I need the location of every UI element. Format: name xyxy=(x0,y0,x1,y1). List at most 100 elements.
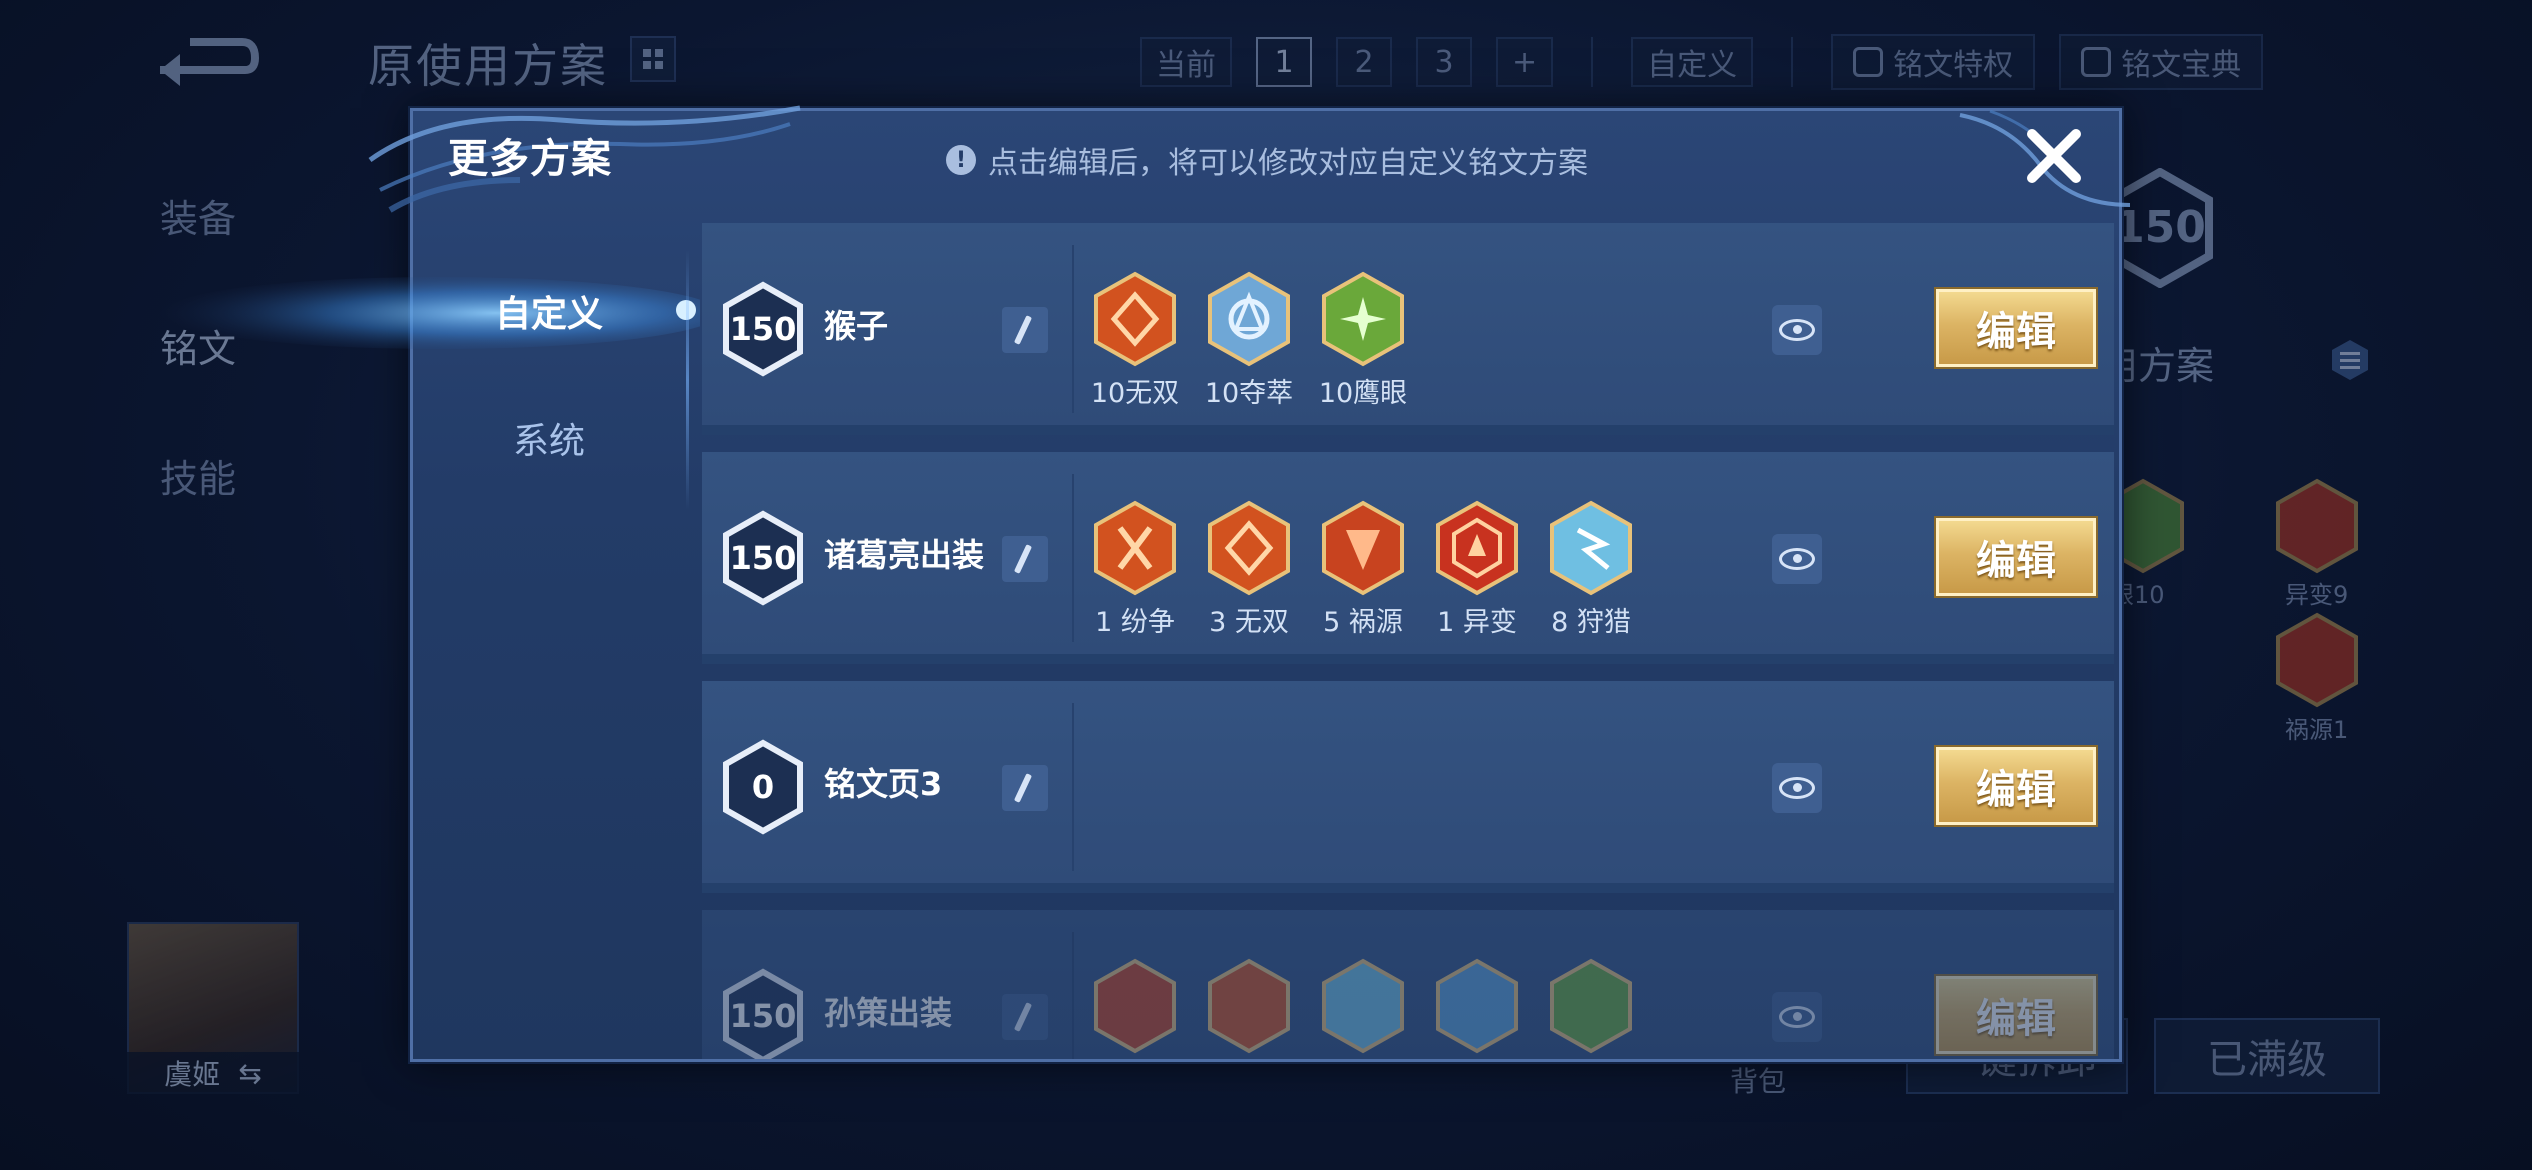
rename-button[interactable] xyxy=(1002,994,1048,1040)
scheme-row: 150 孙策出装 编辑 xyxy=(702,910,2114,1059)
row-divider xyxy=(1072,703,1074,871)
tab-page-1[interactable]: 1 xyxy=(1256,37,1312,87)
tab-add[interactable]: + xyxy=(1496,37,1554,87)
rename-button[interactable] xyxy=(1002,307,1048,353)
scheme-level: 150 xyxy=(729,539,797,577)
rune-slot[interactable]: 5 祸源 xyxy=(1320,500,1406,650)
modal-title: 更多方案 xyxy=(448,136,612,182)
rune-label: 异变9 xyxy=(2285,581,2349,609)
book-icon xyxy=(2081,47,2112,77)
preview-button[interactable] xyxy=(1772,992,1822,1042)
rune-slot[interactable] xyxy=(1434,958,1520,1059)
hero-name: 虞姬 xyxy=(164,1058,221,1091)
fenzheng-rune-icon xyxy=(1094,500,1176,596)
rune-list xyxy=(1092,958,1634,1059)
grid-icon xyxy=(643,49,663,69)
wushuang-rune-icon xyxy=(1094,271,1176,367)
rune-label: 10鹰眼 xyxy=(1318,378,1408,409)
crown-icon xyxy=(1853,47,1884,77)
tab-divider xyxy=(1591,37,1594,87)
eye-icon xyxy=(1779,1006,1815,1028)
eye-icon xyxy=(1779,548,1815,570)
eye-icon xyxy=(1779,319,1815,341)
scheme-level: 150 xyxy=(729,997,797,1035)
scheme-name: 铭文页3 xyxy=(824,765,943,803)
swap-icon: ⇆ xyxy=(238,1056,262,1090)
rune-icon xyxy=(2276,478,2358,574)
edit-button[interactable]: 编辑 xyxy=(1936,976,2096,1054)
tab-page-3[interactable]: 3 xyxy=(1416,37,1472,87)
menu-icon[interactable] xyxy=(2328,338,2372,382)
rune-slot[interactable]: 10鹰眼 xyxy=(1318,271,1408,421)
scheme-level: 0 xyxy=(751,768,775,806)
rune-label: 祸源1 xyxy=(2285,716,2349,744)
tab-page-2[interactable]: 2 xyxy=(1336,37,1392,87)
rune-codex-button[interactable]: 铭文宝典 xyxy=(2059,34,2264,90)
rune-label: 3 无双 xyxy=(1209,607,1289,638)
rename-button[interactable] xyxy=(1002,536,1048,582)
scheme-name: 猴子 xyxy=(824,307,889,345)
edit-button[interactable]: 编辑 xyxy=(1936,518,2096,596)
rune-slot[interactable]: 10无双 xyxy=(1090,271,1180,421)
wushuang-rune-icon xyxy=(1208,500,1290,596)
rune-label: 10无双 xyxy=(1090,378,1180,409)
rune-slot[interactable] xyxy=(1320,958,1406,1059)
rune-label: 10夺萃 xyxy=(1204,378,1294,409)
edit-button[interactable]: 编辑 xyxy=(1936,289,2096,367)
row-divider xyxy=(1072,932,1074,1059)
rune-slot[interactable]: 8 狩猎 xyxy=(1548,500,1634,650)
rune-label: 8 狩猎 xyxy=(1551,607,1631,638)
rune-icon xyxy=(1436,958,1518,1054)
modal-hint: ! 点击编辑后，将可以修改对应自定义铭文方案 xyxy=(946,138,1588,182)
rune-label: 1 异变 xyxy=(1437,607,1517,638)
rune-label: 1 纷争 xyxy=(1095,607,1175,638)
rune-icon xyxy=(2276,612,2358,708)
tab-custom-schemes[interactable]: 自定义 xyxy=(410,266,688,356)
rune-slot[interactable] xyxy=(1092,958,1178,1059)
info-icon: ! xyxy=(946,145,976,175)
tab-custom[interactable]: 自定义 xyxy=(1631,37,1754,87)
tab-divider xyxy=(1791,37,1794,87)
yingyan-rune-icon xyxy=(1322,271,1404,367)
rune-slot[interactable] xyxy=(1206,958,1292,1059)
tab-current[interactable]: 当前 xyxy=(1140,37,1232,87)
rune-list: 10无双 10夺萃 10鹰眼 xyxy=(1090,271,1408,421)
preview-button[interactable] xyxy=(1772,534,1822,584)
sidebar-item-skills[interactable]: 技能 xyxy=(100,410,330,540)
rune-slot[interactable]: 3 无双 xyxy=(1206,500,1292,650)
tab-system-schemes[interactable]: 系统 xyxy=(410,393,688,483)
max-level-button[interactable]: 已满级 xyxy=(2154,1018,2380,1094)
duocui-rune-icon xyxy=(1208,271,1290,367)
modal-left-nav: 自定义 系统 xyxy=(410,245,688,1059)
rune-slot[interactable]: 10夺萃 xyxy=(1204,271,1294,421)
modal-hint-text: 点击编辑后，将可以修改对应自定义铭文方案 xyxy=(988,146,1588,181)
rename-button[interactable] xyxy=(1002,765,1048,811)
scheme-row: 150 诸葛亮出装 1 纷争 3 无双 5 祸源 1 异变 8 狩猎 编辑 xyxy=(702,452,2114,664)
scheme-level: 150 xyxy=(729,310,797,348)
rune-slot[interactable]: 1 异变 xyxy=(1434,500,1520,650)
rune-list: 1 纷争 3 无双 5 祸源 1 异变 8 狩猎 xyxy=(1092,500,1634,650)
row-divider xyxy=(1072,245,1074,413)
rune-icon xyxy=(1094,958,1176,1054)
page-tabs: 当前 1 2 3 + 自定义 铭文特权 铭文宝典 xyxy=(1140,34,2264,90)
rune-privilege-button[interactable]: 铭文特权 xyxy=(1831,34,2036,90)
shoulie-rune-icon xyxy=(1550,500,1632,596)
close-icon[interactable] xyxy=(2022,124,2086,188)
preview-button[interactable] xyxy=(1772,763,1822,813)
back-arrow-icon[interactable] xyxy=(150,30,260,90)
edit-button[interactable]: 编辑 xyxy=(1936,747,2096,825)
rune-slot[interactable]: 1 纷争 xyxy=(1092,500,1178,650)
hero-name-bar[interactable]: 虞姬 ⇆ xyxy=(127,1052,299,1094)
scheme-name: 诸葛亮出装 xyxy=(824,536,985,574)
bag-label[interactable]: 背包 xyxy=(1730,1060,1786,1100)
yibian-rune-icon xyxy=(1436,500,1518,596)
grid-view-button[interactable] xyxy=(630,36,676,82)
rune-slot[interactable] xyxy=(1548,958,1634,1059)
scheme-row: 0 铭文页3 编辑 xyxy=(702,681,2114,893)
scheme-list[interactable]: 150 猴子 10无双 10夺萃 10鹰眼 编辑 150 诸葛亮出装 1 纷争 … xyxy=(702,223,2114,1059)
rune-codex-label: 铭文宝典 xyxy=(2121,48,2242,83)
preview-button[interactable] xyxy=(1772,305,1822,355)
rune-icon xyxy=(1322,958,1404,1054)
page-title: 原使用方案 xyxy=(368,39,608,93)
rune-label: 5 祸源 xyxy=(1323,607,1403,638)
